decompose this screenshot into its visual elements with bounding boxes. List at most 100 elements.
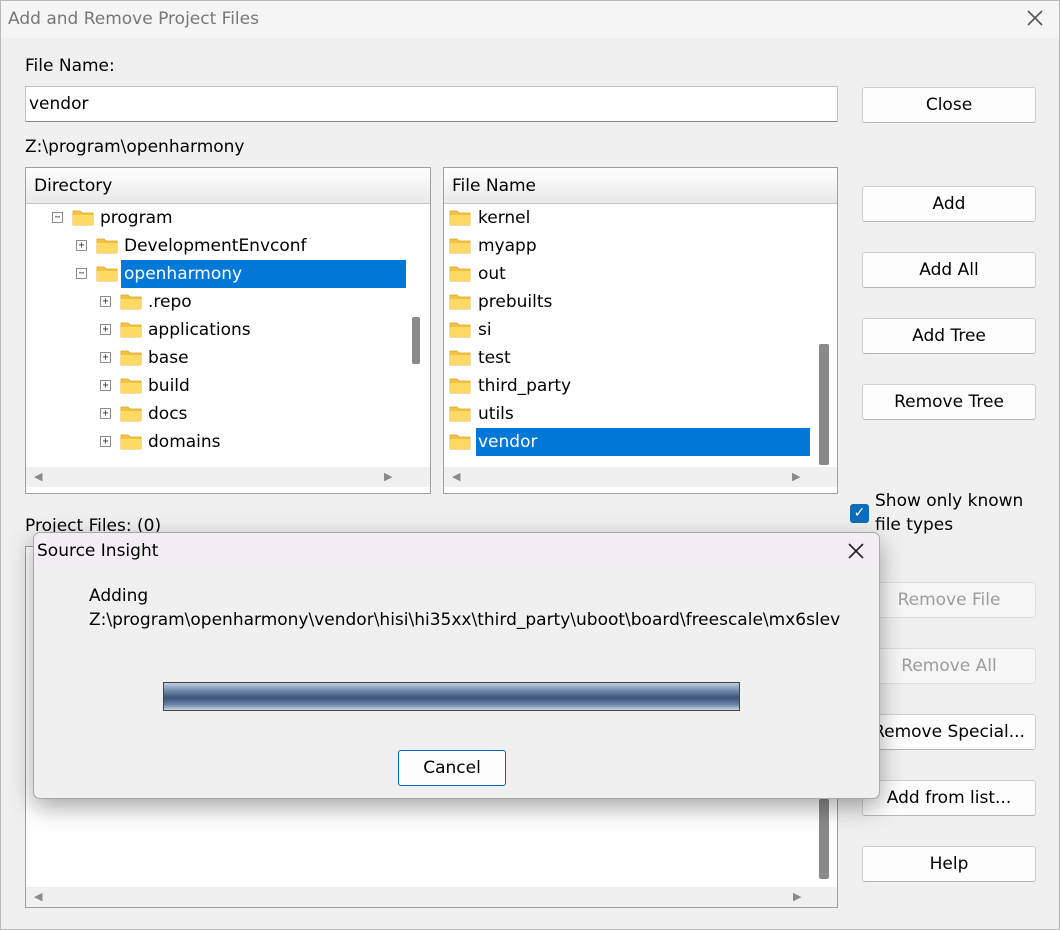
directory-item[interactable]: + domains [26, 428, 406, 456]
directory-header-label: Directory [34, 176, 113, 196]
file-name-column-header[interactable]: File Name [444, 168, 837, 204]
scroll-right-icon[interactable]: ▶ [792, 470, 800, 483]
file-list-item-label: out [478, 264, 506, 284]
show-known-types-label-2: file types [875, 515, 954, 535]
file-list-item[interactable]: kernel [444, 204, 814, 232]
remove-all-button[interactable]: Remove All [862, 648, 1036, 684]
directory-column-header[interactable]: Directory [26, 168, 430, 204]
project-files-vscroll-thumb[interactable] [819, 799, 829, 879]
file-list-item-label: myapp [478, 236, 537, 256]
folder-icon [449, 350, 471, 366]
folder-icon [96, 266, 118, 282]
folder-icon [449, 238, 471, 254]
file-list-item-label: third_party [478, 376, 572, 396]
folder-icon [120, 434, 142, 450]
directory-item[interactable]: + .repo [26, 288, 406, 316]
directory-item[interactable]: + docs [26, 400, 406, 428]
directory-item-label: domains [148, 432, 221, 452]
file-list-item[interactable]: vendor [444, 428, 814, 456]
folder-icon [449, 322, 471, 338]
remove-tree-button[interactable]: Remove Tree [862, 384, 1036, 420]
current-path: Z:\program\openharmony [25, 137, 245, 157]
file-list-item-label: vendor [476, 428, 810, 456]
add-all-button[interactable]: Add All [862, 252, 1036, 288]
file-list-item[interactable]: third_party [444, 372, 814, 400]
dialog-title: Source Insight [37, 541, 159, 561]
directory-item-label: program [100, 208, 173, 228]
project-files-hscroll[interactable]: ◀ ▶ [26, 887, 837, 907]
directory-item-label: docs [148, 404, 188, 424]
scroll-right-icon[interactable]: ▶ [793, 890, 801, 903]
folder-icon [96, 238, 118, 254]
expand-icon[interactable]: + [100, 324, 111, 335]
directory-item[interactable]: + applications [26, 316, 406, 344]
scroll-left-icon[interactable]: ◀ [34, 470, 42, 483]
file-name-input[interactable] [25, 86, 838, 122]
folder-icon [449, 434, 471, 450]
scroll-left-icon[interactable]: ◀ [452, 470, 460, 483]
remove-special-button[interactable]: Remove Special... [862, 714, 1036, 750]
expand-icon[interactable]: + [76, 240, 87, 251]
close-button[interactable]: Close [862, 87, 1036, 123]
expand-icon[interactable]: + [100, 436, 111, 447]
scroll-left-icon[interactable]: ◀ [34, 890, 42, 903]
close-icon[interactable] [1023, 6, 1047, 30]
file-list-item[interactable]: prebuilts [444, 288, 814, 316]
file-list-hscroll[interactable]: ◀ ▶ [444, 467, 837, 487]
directory-item[interactable]: − program [26, 204, 406, 232]
file-list-item[interactable]: out [444, 260, 814, 288]
directory-item-label: applications [148, 320, 251, 340]
show-known-types-checkbox[interactable]: ✓ [850, 504, 869, 523]
expand-icon[interactable]: + [100, 352, 111, 363]
directory-item[interactable]: + base [26, 344, 406, 372]
progress-action-label: Adding [89, 586, 149, 606]
directory-item-label: .repo [148, 292, 192, 312]
directory-tree[interactable]: Directory − program + DevelopmentEnvconf − op… [25, 167, 431, 494]
directory-list: − program + DevelopmentEnvconf − openharmony +… [26, 204, 406, 467]
dialog-title-bar: Source Insight [34, 533, 879, 569]
expand-icon[interactable]: + [100, 408, 111, 419]
add-button[interactable]: Add [862, 186, 1036, 222]
folder-icon [120, 406, 142, 422]
file-list-item-label: prebuilts [478, 292, 553, 312]
collapse-icon[interactable]: − [52, 212, 63, 223]
expand-icon[interactable]: + [100, 380, 111, 391]
folder-icon [120, 350, 142, 366]
remove-file-button[interactable]: Remove File [862, 582, 1036, 618]
window-title: Add and Remove Project Files [8, 9, 259, 29]
file-list-item[interactable]: utils [444, 400, 814, 428]
folder-icon [120, 378, 142, 394]
folder-icon [449, 406, 471, 422]
file-list-item[interactable]: test [444, 344, 814, 372]
file-list-item-label: utils [478, 404, 514, 424]
help-button[interactable]: Help [862, 846, 1036, 882]
add-tree-button[interactable]: Add Tree [862, 318, 1036, 354]
directory-item[interactable]: + DevelopmentEnvconf [26, 232, 406, 260]
directory-item[interactable]: − openharmony [26, 260, 406, 288]
progress-bar [163, 682, 740, 711]
close-icon[interactable] [845, 540, 867, 562]
file-name-label: File Name: [25, 56, 115, 76]
directory-item-label: openharmony [121, 260, 406, 288]
file-list-item[interactable]: myapp [444, 232, 814, 260]
folder-icon [449, 266, 471, 282]
file-list-vscroll[interactable] [814, 204, 837, 467]
folder-icon [72, 210, 94, 226]
file-list-vscroll-thumb[interactable] [819, 344, 829, 465]
directory-hscroll[interactable]: ◀ ▶ [26, 467, 430, 487]
source-insight-progress-dialog: Source Insight Adding Z:\program\openhar… [33, 532, 880, 799]
file-list-item-label: test [478, 348, 511, 368]
expand-icon[interactable]: + [100, 296, 111, 307]
file-list-item[interactable]: si [444, 316, 814, 344]
title-bar: Add and Remove Project Files [1, 1, 1059, 38]
cancel-button[interactable]: Cancel [398, 750, 506, 786]
add-from-list-button[interactable]: Add from list... [862, 780, 1036, 816]
scroll-right-icon[interactable]: ▶ [384, 470, 392, 483]
file-name-header-label: File Name [452, 176, 537, 196]
directory-item[interactable]: + build [26, 372, 406, 400]
collapse-icon[interactable]: − [76, 268, 87, 279]
file-list-panel[interactable]: File Name kernel myapp out prebuilts si test t… [443, 167, 838, 494]
directory-vscroll[interactable] [406, 204, 430, 467]
directory-vscroll-thumb[interactable] [412, 317, 420, 364]
folder-icon [449, 210, 471, 226]
